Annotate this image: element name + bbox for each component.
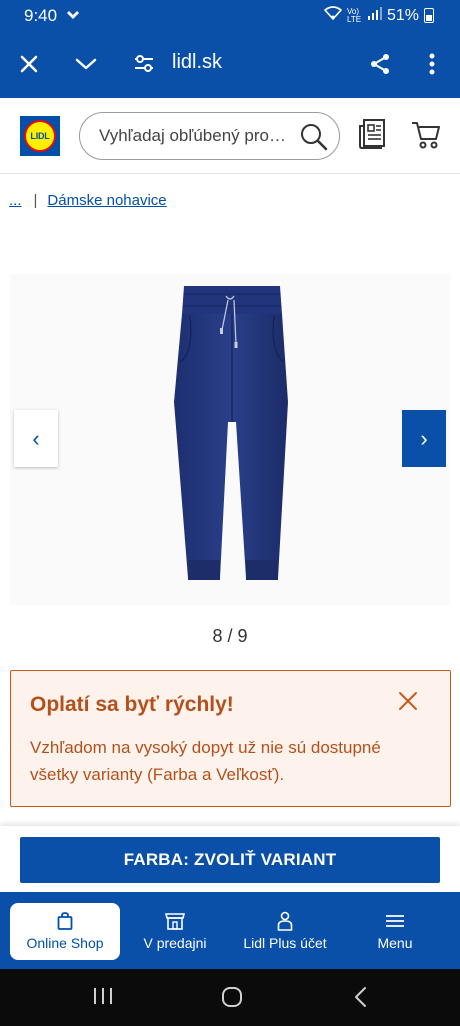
store-icon: [165, 911, 185, 931]
choose-variant-button[interactable]: FARBA: ZVOLIŤ VARIANT: [20, 837, 440, 883]
nav-lidl-plus-account[interactable]: Lidl Plus účet: [230, 903, 340, 960]
nav-in-store[interactable]: V predajni: [120, 903, 230, 960]
user-icon: [277, 911, 293, 931]
bottom-nav: Online Shop V predajni Lidl Plus účet Me…: [0, 892, 460, 969]
more-vert-icon[interactable]: [416, 48, 448, 80]
browser-toolbar: lidl.sk: [0, 40, 460, 88]
nav-menu[interactable]: Menu: [340, 903, 450, 960]
nav-label: Lidl Plus účet: [243, 935, 327, 951]
gallery-prev-button[interactable]: ‹: [14, 410, 58, 467]
chevron-down-icon[interactable]: [70, 48, 102, 80]
gallery-next-button[interactable]: ›: [402, 410, 446, 467]
alert-body: Vzhľadom na vysoký dopyt už nie sú dostu…: [30, 738, 381, 784]
flyer-icon[interactable]: [358, 118, 388, 155]
status-time: 9:40: [24, 6, 58, 25]
signal-icon: [367, 6, 382, 25]
product-gallery[interactable]: [10, 274, 450, 605]
lidl-logo[interactable]: LIDL: [20, 116, 60, 156]
notification-icon: [66, 9, 80, 27]
availability-alert: Oplatí sa byť rýchly! Vzhľadom na vysoký…: [10, 670, 451, 807]
system-nav-bar: [0, 969, 460, 1026]
status-bar: 9:40 Vo) LTE 51%: [0, 0, 460, 32]
bag-icon: [57, 911, 73, 931]
sticky-cta-bar: FARBA: ZVOLIŤ VARIANT: [0, 826, 460, 892]
breadcrumb-current[interactable]: Dámske nohavice: [47, 192, 166, 209]
search-placeholder: Vyhľadaj obľúbený produkt: [99, 126, 289, 145]
logo-text: LIDL: [30, 131, 50, 141]
gallery-counter: 8 / 9: [212, 626, 248, 646]
search-icon[interactable]: [299, 122, 329, 157]
url-field[interactable]: lidl.sk: [172, 51, 222, 74]
nav-label: Menu: [377, 935, 413, 951]
battery-icon: [424, 8, 434, 23]
cart-icon[interactable]: [410, 118, 442, 155]
home-icon[interactable]: [220, 985, 244, 1014]
nav-label: V predajni: [143, 935, 207, 951]
alert-close-icon[interactable]: [396, 689, 420, 713]
nav-label: Online Shop: [26, 935, 104, 951]
breadcrumb-ellipsis[interactable]: ...: [9, 192, 22, 209]
product-image: [174, 286, 288, 580]
browser-chrome: 9:40 Vo) LTE 51% lidl.sk: [0, 0, 460, 98]
alert-title: Oplatí sa byť rýchly!: [30, 693, 234, 716]
chevron-left-icon: ‹: [32, 425, 40, 451]
tune-icon[interactable]: [128, 48, 160, 80]
battery-percent: 51%: [386, 6, 419, 24]
close-icon[interactable]: [13, 48, 45, 80]
logo-ring: LIDL: [24, 120, 56, 152]
back-icon[interactable]: [352, 985, 368, 1014]
wifi-icon: [323, 6, 343, 25]
search-input[interactable]: Vyhľadaj obľúbený produkt: [79, 112, 340, 160]
status-right: Vo) LTE 51%: [323, 6, 434, 25]
nav-online-shop[interactable]: Online Shop: [10, 903, 120, 960]
breadcrumb: ... | Dámske nohavice: [9, 192, 167, 209]
network-label: Vo) LTE: [346, 6, 362, 24]
site-header: LIDL Vyhľadaj obľúbený produkt: [0, 98, 460, 174]
share-icon[interactable]: [364, 48, 396, 80]
menu-icon: [385, 911, 405, 931]
breadcrumb-separator: |: [33, 192, 38, 209]
recent-apps-icon[interactable]: [92, 985, 114, 1012]
chevron-right-icon: ›: [420, 425, 428, 451]
